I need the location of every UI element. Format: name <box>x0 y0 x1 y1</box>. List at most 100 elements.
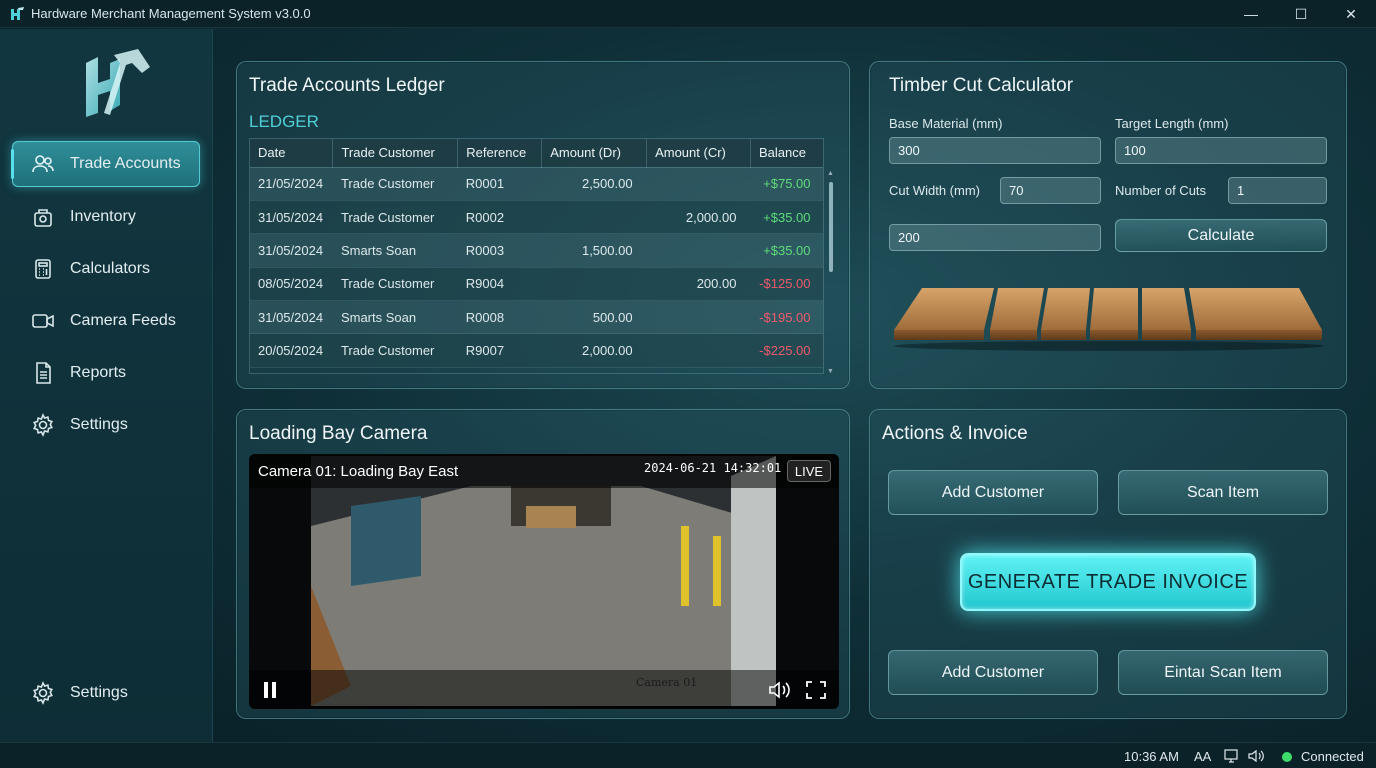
calculator-title: Timber Cut Calculator <box>889 75 1074 96</box>
target-length-input[interactable]: 100 <box>1115 137 1327 164</box>
number-of-cuts-input[interactable]: 1 <box>1228 177 1327 204</box>
scan-item-button[interactable]: Scan Item <box>1118 470 1328 515</box>
sidebar-item-reports[interactable]: Reports <box>12 350 200 396</box>
camera-watermark: Camera 01 <box>636 676 698 689</box>
table-row[interactable]: 08/05/2024 Trade Customer R9004 200.00 -$125… <box>250 267 823 302</box>
cell-reference: R0002 <box>457 200 542 235</box>
column-header-balance[interactable]: Balance <box>750 139 823 168</box>
sidebar-item-label: Reports <box>70 364 127 381</box>
column-header-date[interactable]: Date <box>250 139 334 168</box>
calculate-button[interactable]: Calculate <box>1115 219 1327 252</box>
sidebar-footer-settings[interactable]: Settings <box>12 670 200 716</box>
app-logo-icon <box>11 6 24 20</box>
users-icon <box>31 152 55 176</box>
cell-date: 21/05/2024 <box>250 167 333 201</box>
calculator-icon <box>31 257 55 281</box>
cell-amount-cr <box>646 300 751 335</box>
fullscreen-icon[interactable] <box>806 681 826 699</box>
cell-amount-dr: 500.00 <box>541 300 647 335</box>
close-button[interactable]: ✕ <box>1326 0 1376 28</box>
cell-balance: +$35.00 <box>750 200 823 235</box>
cut-width-label: Cut Width (mm) <box>889 183 980 198</box>
cell-amount-cr <box>646 233 751 268</box>
cell-date: 31/05/2024 <box>250 300 333 335</box>
sidebar-item-camera-feeds[interactable]: Camera Feeds <box>12 298 200 344</box>
column-header-amount-cr[interactable]: Amount (Cr) <box>646 139 751 168</box>
cut-width-input[interactable]: 70 <box>1000 177 1101 204</box>
actions-title: Actions & Invoice <box>882 423 1028 444</box>
table-row[interactable]: 31/05/2024 Trade Customer R0002 2,000.00 +$3… <box>250 200 823 235</box>
add-customer-button[interactable]: Add Customer <box>888 470 1098 515</box>
table-row[interactable]: 31/05/2024 Smarts Soan R0003 1,500.00 +$35.0… <box>250 233 823 268</box>
table-row[interactable]: 21/05/2024 Trade Customer R0001 2,500.00 +$7… <box>250 167 823 201</box>
table-row[interactable]: 31/05/2024 Smarts Soan R0008 500.00 -$195.00 <box>250 300 823 335</box>
maximize-button[interactable]: ☐ <box>1276 0 1326 28</box>
cell-amount-cr <box>646 333 751 368</box>
cell-amount-cr <box>646 167 751 201</box>
generate-trade-invoice-button[interactable]: GENERATE TRADE INVOICE <box>960 553 1256 611</box>
table-row[interactable]: 20/05/2024 Trade Customer R9007 2,000.00 -$2… <box>250 333 823 368</box>
sidebar-item-calculators[interactable]: Calculators <box>12 246 200 292</box>
scroll-down-arrow-icon[interactable]: ▼ <box>827 368 834 375</box>
cell-balance: +$35.00 <box>750 233 823 268</box>
timber-calculator-panel: Timber Cut Calculator Base Material (mm)… <box>869 61 1347 389</box>
scroll-up-arrow-icon[interactable]: ▲ <box>827 170 834 177</box>
cell-balance: -$125.00 <box>750 267 823 302</box>
camera-timestamp: 2024-06-21 14:32:01 <box>644 461 782 475</box>
ledger-table: Date Trade Customer Reference Amount (Dr… <box>249 138 824 374</box>
cell-date: 08/05/2024 <box>250 267 333 302</box>
ledger-scrollbar[interactable]: ▲ ▼ <box>827 170 835 380</box>
cell-amount-dr <box>541 200 647 235</box>
sidebar-item-settings[interactable]: Settings <box>12 402 200 448</box>
number-of-cuts-label: Number of Cuts <box>1115 183 1207 198</box>
ledger-header-row: Date Trade Customer Reference Amount (Dr… <box>250 139 823 168</box>
title-bar: Hardware Merchant Management System v3.0… <box>0 0 1376 28</box>
pause-icon[interactable] <box>263 681 277 699</box>
base-material-input[interactable]: 300 <box>889 137 1101 164</box>
minimize-button[interactable]: — <box>1226 0 1276 28</box>
cell-reference: R0008 <box>457 300 542 335</box>
display-icon[interactable] <box>1224 748 1240 764</box>
cell-amount-dr: 2,000.00 <box>541 333 647 368</box>
sidebar: Trade Accounts Inventory Calculators Cam… <box>0 29 213 742</box>
cell-amount-dr <box>541 267 647 302</box>
sidebar-item-inventory[interactable]: Inventory <box>12 194 200 240</box>
speaker-icon[interactable] <box>1247 748 1265 764</box>
camera-image <box>311 456 776 706</box>
camera-feed[interactable]: Camera 01: Loading Bay East 2024-06-21 1… <box>249 454 839 709</box>
cell-customer: Smarts Soan <box>332 233 458 268</box>
column-header-customer[interactable]: Trade Customer <box>332 139 459 168</box>
cell-customer: Trade Customer <box>332 267 458 302</box>
cell-reference: R0001 <box>457 167 542 201</box>
cell-balance: +$75.00 <box>750 167 823 201</box>
gear-icon <box>31 413 55 437</box>
add-customer-button-secondary[interactable]: Add Customer <box>888 650 1098 695</box>
sidebar-item-trade-accounts[interactable]: Trade Accounts <box>11 141 200 187</box>
cell-reference: R9004 <box>457 267 542 302</box>
cell-customer: Trade Customer <box>332 167 458 201</box>
cell-customer: Trade Customer <box>332 333 458 368</box>
scrollbar-thumb[interactable] <box>829 182 833 272</box>
ledger-subtitle: LEDGER <box>249 112 319 131</box>
sidebar-item-label: Camera Feeds <box>70 312 176 329</box>
cell-amount-cr: 2,000.00 <box>646 200 751 235</box>
status-bar: 10:36 AM AA Connected <box>0 742 1376 768</box>
box-icon <box>31 205 55 229</box>
column-header-amount-dr[interactable]: Amount (Dr) <box>541 139 648 168</box>
language-indicator[interactable]: AA <box>1194 749 1211 764</box>
ledger-panel: Trade Accounts Ledger LEDGER Date Trade … <box>236 61 850 389</box>
volume-icon[interactable] <box>768 680 792 700</box>
cell-balance: -$225.00 <box>750 333 823 368</box>
clock: 10:36 AM <box>1124 749 1179 764</box>
camera-feed-name: Camera 01: Loading Bay East <box>258 463 459 480</box>
target-length-label: Target Length (mm) <box>1115 116 1229 131</box>
result-output[interactable]: 200 <box>889 224 1101 251</box>
cell-amount-dr: 2,500.00 <box>541 167 647 201</box>
sidebar-item-label: Inventory <box>70 208 136 225</box>
connection-status: Connected <box>1301 749 1364 764</box>
column-header-reference[interactable]: Reference <box>457 139 543 168</box>
cell-customer: Smarts Soan <box>332 300 458 335</box>
cell-customer: Trade Customer <box>332 200 458 235</box>
scan-item-button-secondary[interactable]: Eintaı Scan Item <box>1118 650 1328 695</box>
base-material-label: Base Material (mm) <box>889 116 1003 131</box>
